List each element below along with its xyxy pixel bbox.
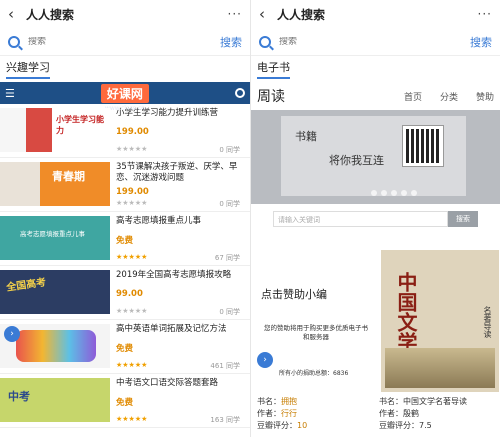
- qr-code: [402, 125, 444, 167]
- course-price: 免费: [116, 398, 134, 408]
- page-title: 人人搜索: [26, 7, 75, 22]
- course-item[interactable]: 全国高考 2019年全国高考志愿填报攻略 99.00 ★★★★★ 0 同学: [0, 266, 250, 320]
- hero-text: 书籍: [295, 130, 317, 143]
- menu-icon[interactable]: ☰: [5, 87, 15, 100]
- course-thumbnail: 青春期: [0, 162, 110, 206]
- top-bar: ‹ 人人搜索 ···: [0, 0, 250, 28]
- site-search-icon[interactable]: [234, 88, 245, 98]
- course-price: 199.00: [116, 127, 149, 137]
- rating-stars: ★★★★★: [116, 253, 148, 261]
- scroll-arrow-button[interactable]: ›: [257, 352, 273, 368]
- course-list: 小学生学习能力 小学生学习能力提升训练营 199.00 ★★★★★ 0 同学 青春…: [0, 104, 250, 428]
- more-icon[interactable]: ···: [478, 7, 492, 21]
- student-count: 0 同学: [219, 308, 240, 316]
- nav-donate[interactable]: 赞助: [476, 90, 494, 103]
- course-name: 2019年全国高考志愿填报攻略: [116, 270, 232, 280]
- section-title: 兴趣学习: [0, 56, 250, 82]
- book-info-right[interactable]: 书名：中国文学名著导读 作者：殷鹤 豆瓣评分：7.5: [379, 396, 467, 432]
- search-input[interactable]: [28, 36, 220, 47]
- student-count: 67 同学: [214, 254, 240, 262]
- page-title: 人人搜索: [277, 7, 326, 22]
- search-bar: 搜索: [0, 28, 250, 56]
- book-cover[interactable]: 中国文学 名著导读: [381, 250, 499, 392]
- course-thumbnail: 小学生学习能力: [0, 108, 110, 152]
- section-title: 电子书: [251, 56, 500, 82]
- course-item[interactable]: 高中英语单词拓展及记忆方法 免费 ★★★★★ 461 同学: [0, 320, 250, 374]
- search-bar: 搜索: [251, 28, 500, 56]
- course-item[interactable]: 青春期 35节课解决孩子叛逆、厌学、早恋、沉迷游戏问题 199.00 ★★★★★…: [0, 158, 250, 212]
- book-search-input[interactable]: 请输入关键词: [273, 211, 448, 227]
- top-bar: ‹ 人人搜索 ···: [251, 0, 500, 28]
- site-nav: 周读 首页 分类 赞助: [251, 82, 500, 110]
- rating-stars: ★★★★★: [116, 145, 148, 153]
- student-count: 461 同学: [210, 362, 240, 370]
- rating-stars: ★★★★★: [116, 307, 148, 315]
- search-icon: [8, 35, 20, 48]
- student-count: 163 同学: [210, 416, 240, 424]
- rating-stars: ★★★★★: [116, 361, 148, 369]
- site-logo[interactable]: 好课网 www.class.cn: [100, 83, 149, 112]
- back-icon[interactable]: ‹: [259, 5, 277, 23]
- right-screen: ‹ 人人搜索 ··· 搜索 电子书 周读 首页 分类 赞助 书籍 将你我互连 请…: [250, 0, 500, 437]
- site-brand[interactable]: 周读: [257, 86, 386, 106]
- book-search: 请输入关键词 搜索: [251, 206, 500, 232]
- course-name: 中考语文口语交际答题套路: [116, 378, 219, 388]
- more-icon[interactable]: ···: [228, 7, 242, 21]
- search-icon: [259, 35, 271, 48]
- carousel-dots[interactable]: [371, 190, 417, 196]
- donate-desc: 您的赞助将用于购买更多优质电子书和服务器: [264, 324, 368, 341]
- student-count: 0 同学: [219, 146, 240, 154]
- course-thumbnail: 中考: [0, 378, 110, 422]
- rating-stars: ★★★★★: [116, 199, 148, 207]
- course-price: 免费: [116, 236, 134, 246]
- donate-title: 点击赞助小编: [261, 288, 327, 301]
- donate-panel[interactable]: 点击赞助小编 您的赞助将用于购买更多优质电子书和服务器 所有小的捐助总额：683…: [251, 248, 381, 398]
- back-icon[interactable]: ‹: [8, 5, 26, 23]
- course-price: 199.00: [116, 186, 149, 197]
- course-thumbnail: 高考志愿填报重点儿事: [0, 216, 110, 260]
- nav-category[interactable]: 分类: [440, 90, 458, 103]
- course-item[interactable]: 小学生学习能力 小学生学习能力提升训练营 199.00 ★★★★★ 0 同学: [0, 104, 250, 158]
- site-header: ☰ 好课网 www.class.cn: [0, 82, 250, 112]
- search-button[interactable]: 搜索: [470, 34, 492, 50]
- course-name: 高中英语单词拓展及记忆方法: [116, 324, 227, 334]
- book-info-left[interactable]: 书名：拥抱 作者：行行 豆瓣评分：10: [257, 396, 307, 432]
- student-count: 0 同学: [219, 200, 240, 208]
- donate-count: 所有小的捐助总额：6836: [279, 370, 349, 377]
- nav-home[interactable]: 首页: [404, 90, 422, 103]
- course-price: 99.00: [116, 289, 143, 299]
- rating-stars: ★★★★★: [116, 415, 148, 423]
- left-screen: ‹ 人人搜索 ··· 搜索 兴趣学习 ☰ 好课网www.class.cn 小学生…: [0, 0, 250, 437]
- course-name: 35节课解决孩子叛逆、厌学、早恋、沉迷游戏问题: [116, 162, 238, 183]
- scroll-arrow-button[interactable]: ›: [4, 326, 20, 342]
- search-input[interactable]: [279, 36, 470, 47]
- search-button[interactable]: 搜索: [220, 34, 242, 50]
- book-search-button[interactable]: 搜索: [448, 211, 478, 227]
- course-thumbnail: 全国高考: [0, 270, 110, 314]
- hero-banner: 书籍 将你我互连: [251, 110, 500, 204]
- hero-text: 将你我互连: [329, 154, 384, 167]
- course-item[interactable]: 中考 中考语文口语交际答题套路 免费 ★★★★★ 163 同学: [0, 374, 250, 428]
- course-item[interactable]: 高考志愿填报重点儿事 高考志愿填报重点儿事 免费 ★★★★★ 67 同学: [0, 212, 250, 266]
- course-price: 免费: [116, 344, 134, 354]
- course-name: 高考志愿填报重点儿事: [116, 216, 202, 226]
